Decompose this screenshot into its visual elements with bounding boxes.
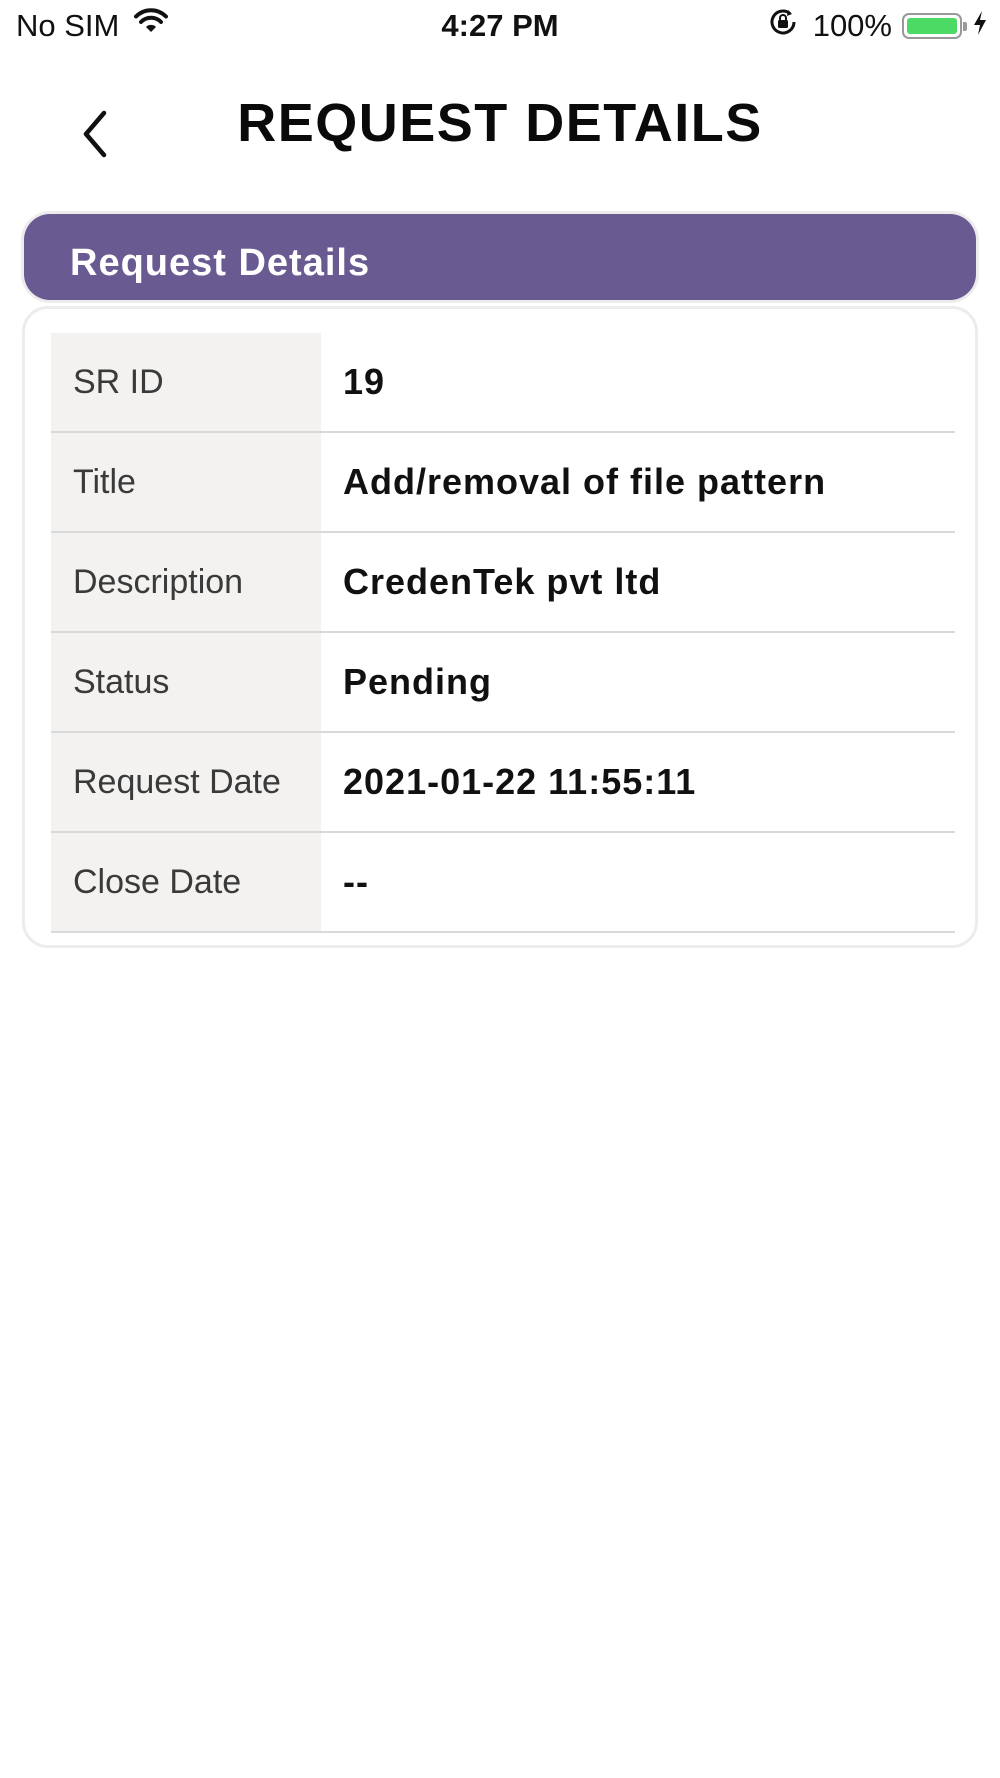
row-label: Title bbox=[51, 433, 321, 531]
row-label: Description bbox=[51, 533, 321, 631]
battery-fill bbox=[907, 18, 957, 34]
row-label: Status bbox=[51, 633, 321, 731]
status-bar: No SIM 4:27 PM 100% bbox=[0, 0, 1000, 56]
row-label: SR ID bbox=[51, 333, 321, 431]
status-right: 100% bbox=[767, 6, 988, 46]
row-value: CredenTek pvt ltd bbox=[343, 561, 662, 602]
card-header-title: Request Details bbox=[70, 242, 371, 284]
details-table: SR ID 19 Title Add/removal of file patte… bbox=[51, 333, 955, 933]
details-card: SR ID 19 Title Add/removal of file patte… bbox=[22, 306, 978, 948]
row-label: Close Date bbox=[51, 833, 321, 931]
row-value: -- bbox=[343, 861, 369, 902]
detail-row-request-date: Request Date 2021-01-22 11:55:11 bbox=[51, 733, 955, 833]
detail-row-sr-id: SR ID 19 bbox=[51, 333, 955, 433]
battery-percent: 100% bbox=[812, 8, 892, 43]
row-label: Request Date bbox=[51, 733, 321, 831]
page-title: REQUEST DETAILS bbox=[237, 93, 763, 153]
detail-row-title: Title Add/removal of file pattern bbox=[51, 433, 955, 533]
charging-bolt-icon bbox=[972, 8, 988, 44]
nav-bar: REQUEST DETAILS bbox=[0, 56, 1000, 196]
row-value: Add/removal of file pattern bbox=[343, 461, 827, 502]
rotation-lock-icon bbox=[767, 6, 799, 46]
battery-icon bbox=[902, 13, 967, 39]
detail-row-status: Status Pending bbox=[51, 633, 955, 733]
detail-row-close-date: Close Date -- bbox=[51, 833, 955, 933]
row-value: Pending bbox=[343, 661, 492, 702]
row-value: 2021-01-22 11:55:11 bbox=[343, 761, 697, 802]
card-header: Request Details bbox=[24, 214, 976, 300]
row-value: 19 bbox=[343, 361, 386, 402]
detail-row-description: Description CredenTek pvt ltd bbox=[51, 533, 955, 633]
